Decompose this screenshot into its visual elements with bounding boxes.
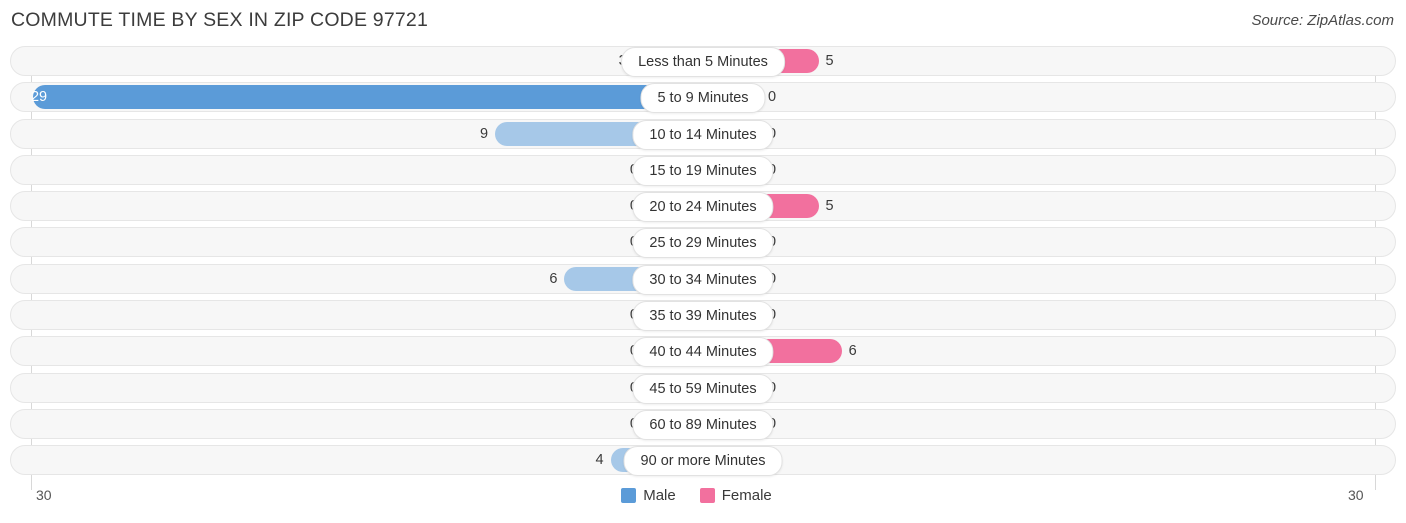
page-title: COMMUTE TIME BY SEX IN ZIP CODE 97721 [11, 9, 429, 31]
chart-header: COMMUTE TIME BY SEX IN ZIP CODE 97721 So… [0, 0, 1406, 44]
legend-label: Male [643, 487, 676, 504]
value-label-female: 0 [768, 300, 808, 330]
category-label: 35 to 39 Minutes [632, 301, 774, 332]
value-label-male: 29 [30, 89, 48, 106]
chart-row: 0025 to 29 Minutes [0, 227, 1406, 259]
category-label: 90 or more Minutes [623, 446, 783, 477]
chart-row: 0045 to 59 Minutes [0, 372, 1406, 404]
value-label-female: 0 [768, 227, 808, 257]
chart-row: 6 030 to 34 Minutes [0, 263, 1406, 295]
value-label-female: 0 [768, 119, 808, 149]
row-bars: 6 030 to 34 Minutes [0, 264, 1406, 295]
value-label-female: 6 [848, 343, 857, 360]
legend-swatch-female [699, 488, 715, 503]
row-bars: 4090 or more Minutes [0, 445, 1406, 477]
value-label-female: 0 [768, 373, 808, 403]
category-label: 30 to 34 Minutes [632, 264, 774, 295]
category-label: 20 to 24 Minutes [632, 192, 774, 223]
value-label-male: 4 [595, 452, 604, 469]
category-label: 40 to 44 Minutes [632, 337, 774, 368]
chart-row: 0035 to 39 Minutes [0, 300, 1406, 332]
chart-row: 4090 or more Minutes [0, 445, 1406, 477]
row-bars: 0035 to 39 Minutes [0, 300, 1406, 332]
row-bars: 0640 to 44 Minutes [0, 336, 1406, 368]
legend-swatch-male [621, 488, 637, 503]
chart-plot-area: 35Less than 5 Minutes2905 to 9 Minutes90… [0, 46, 1406, 490]
chart-row: 0520 to 24 Minutes [0, 191, 1406, 223]
row-bars: 0060 to 89 Minutes [0, 409, 1406, 440]
chart-legend: Male Female [0, 487, 1406, 504]
category-label: 15 to 19 Minutes [632, 155, 774, 186]
chart-row: 29 0 5 to 9 Minutes [0, 82, 1406, 114]
chart-row: 0640 to 44 Minutes [0, 336, 1406, 368]
row-bars: 0520 to 24 Minutes [0, 191, 1406, 223]
row-bars: 35Less than 5 Minutes [0, 46, 1406, 77]
value-label-female: 5 [825, 53, 834, 69]
bar-male[interactable] [33, 85, 703, 110]
chart-row: 0015 to 19 Minutes [0, 154, 1406, 186]
row-bars: 0045 to 59 Minutes [0, 373, 1406, 404]
source-attribution: Source: ZipAtlas.com [1251, 12, 1394, 29]
category-label: 25 to 29 Minutes [632, 228, 774, 259]
value-label-female: 0 [768, 264, 808, 294]
legend-item[interactable]: Female [699, 487, 772, 504]
chart-rows: 35Less than 5 Minutes2905 to 9 Minutes90… [0, 46, 1406, 482]
chart-row: 0060 to 89 Minutes [0, 408, 1406, 440]
value-label-female: 0 [768, 89, 777, 106]
row-bars: 9 010 to 14 Minutes [0, 119, 1406, 150]
category-label: 10 to 14 Minutes [632, 119, 774, 150]
chart-row: 35Less than 5 Minutes [0, 46, 1406, 77]
value-label-female: 0 [768, 409, 808, 439]
chart-row: 9 010 to 14 Minutes [0, 118, 1406, 150]
value-label-male: 6 [549, 270, 558, 287]
category-label: 45 to 59 Minutes [632, 373, 774, 404]
value-label-female: 0 [768, 155, 808, 185]
row-bars: 29 0 5 to 9 Minutes [0, 82, 1406, 114]
value-label-female: 5 [825, 198, 834, 215]
category-label: Less than 5 Minutes [621, 47, 785, 77]
chart-footer: 30 30 Male Female [0, 484, 1406, 518]
category-label: 5 to 9 Minutes [640, 83, 766, 114]
value-label-male: 9 [480, 125, 489, 142]
row-bars: 0025 to 29 Minutes [0, 227, 1406, 259]
row-bars: 0015 to 19 Minutes [0, 155, 1406, 186]
legend-label: Female [721, 487, 772, 504]
category-label: 60 to 89 Minutes [632, 409, 774, 440]
legend-item[interactable]: Male [621, 487, 676, 504]
